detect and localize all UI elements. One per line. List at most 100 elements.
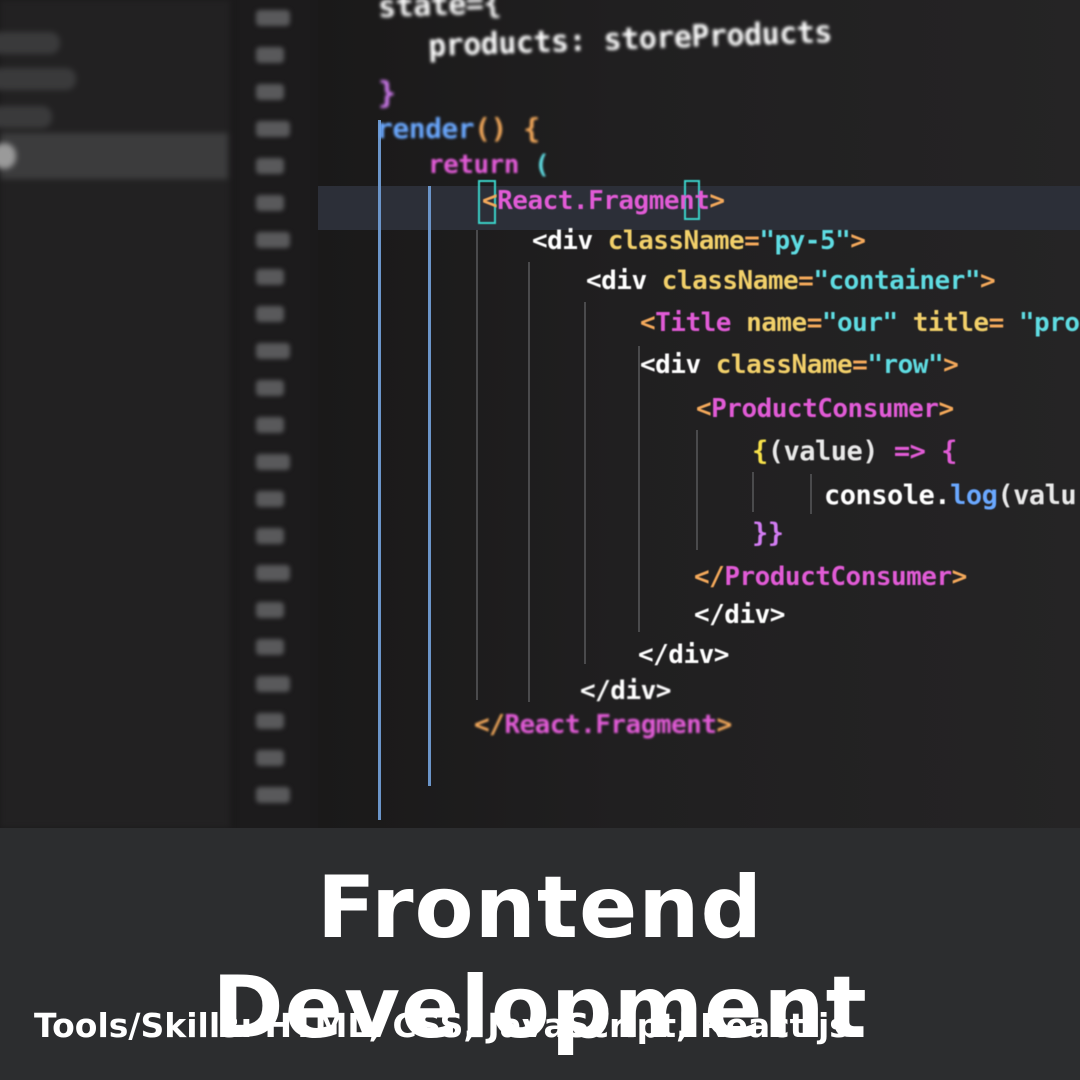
indent-guide — [476, 230, 478, 700]
code-token: < — [482, 186, 498, 216]
code-token: <div — [532, 226, 608, 256]
code-token: </ — [474, 710, 505, 740]
line-number — [256, 47, 284, 63]
code-token: > — [980, 266, 996, 296]
sidebar-item-active — [0, 133, 228, 179]
code-token: </ — [694, 562, 725, 592]
code-token: className — [715, 350, 853, 380]
code-line: render() { — [376, 112, 540, 145]
code-token: ProductConsumer — [711, 394, 939, 424]
code-token: }} — [752, 518, 784, 549]
code-token: log — [950, 480, 998, 511]
code-line: console.log(valu — [824, 480, 1077, 511]
code-token: = — [852, 350, 868, 380]
code-token: state={ — [377, 0, 502, 26]
code-token: name — [730, 308, 807, 338]
line-number — [256, 676, 290, 692]
code-token: < — [696, 394, 712, 424]
code-line: }} — [752, 518, 784, 549]
code-token: = — [798, 266, 814, 296]
code-token: > — [938, 394, 954, 424]
code-token: "prod — [1018, 308, 1080, 338]
code-token: console — [824, 480, 935, 511]
code-token: className — [607, 226, 745, 256]
line-number — [256, 528, 284, 544]
code-token: "container" — [813, 266, 981, 296]
code-token: > — [943, 350, 959, 380]
code-token: className — [661, 266, 799, 296]
code-token: "our" — [821, 308, 898, 338]
code-line: <Title name="our" title= "prod — [640, 308, 1080, 338]
indent-guide — [584, 302, 586, 664]
code-token: return — [428, 150, 519, 180]
line-number — [256, 195, 284, 211]
page-subtitle: Tools/Skills: HTML, CSS, JavaScript, Rea… — [34, 1006, 849, 1045]
code-token: => — [893, 436, 926, 467]
line-number — [256, 121, 290, 137]
line-number — [256, 306, 284, 322]
code-token: React.Fragment — [497, 186, 710, 216]
indent-guide — [638, 346, 640, 632]
line-number — [256, 343, 290, 359]
indent-guide — [528, 262, 530, 702]
code-line: </div> — [638, 640, 729, 670]
code-token: "py-5" — [759, 226, 851, 256]
code-token: ( — [518, 150, 550, 180]
code-line: <ProductConsumer> — [696, 394, 954, 424]
indent-guide — [428, 186, 431, 786]
code-token: </div> — [580, 676, 671, 706]
line-number — [256, 232, 290, 248]
indent-guide — [696, 430, 698, 550]
code-token: () { — [474, 112, 540, 145]
line-number — [256, 565, 290, 581]
code-token: = — [806, 308, 823, 338]
code-line: <React.Fragment> — [482, 186, 725, 216]
code-token: . — [934, 480, 951, 511]
line-number — [256, 380, 284, 396]
code-token: render — [376, 112, 475, 145]
code-line: state={ — [377, 0, 501, 25]
sidebar-item — [0, 32, 60, 54]
code-token: } — [378, 76, 396, 111]
code-token: { — [925, 436, 957, 467]
code-line: </React.Fragment> — [474, 710, 732, 740]
code-token: React.Fragment — [504, 710, 717, 740]
code-token: > — [951, 562, 968, 592]
code-line: } — [378, 76, 396, 111]
code-token: = — [744, 226, 760, 256]
code-line: </ProductConsumer> — [694, 562, 967, 592]
code-line: <div className="row"> — [640, 350, 959, 380]
line-number — [256, 491, 284, 507]
line-number — [256, 84, 284, 100]
code-token: <div — [586, 266, 662, 296]
line-number — [256, 269, 284, 285]
code-token: "row" — [867, 350, 944, 380]
line-number — [256, 639, 284, 655]
code-token: < — [640, 308, 656, 338]
code-line: </div> — [580, 676, 671, 706]
line-number — [256, 787, 290, 803]
editor-sidebar — [0, 0, 230, 828]
indent-guide — [752, 472, 754, 512]
line-number — [256, 750, 284, 766]
line-number — [256, 158, 284, 174]
code-line: </div> — [694, 600, 785, 630]
code-line: <div className="py-5"> — [532, 226, 866, 256]
code-token: > — [716, 710, 732, 740]
code-token: title — [897, 308, 989, 338]
sidebar-item — [0, 68, 76, 90]
line-number — [256, 417, 284, 433]
code-token: ProductConsumer — [724, 562, 952, 592]
code-line: {(value) => { — [752, 436, 957, 467]
code-token: <div — [640, 350, 716, 380]
indent-guide — [378, 120, 381, 820]
line-number — [256, 713, 284, 729]
sidebar-item — [0, 106, 52, 128]
code-token: </div> — [638, 640, 729, 670]
code-token: > — [850, 226, 866, 256]
code-editor-photo: state={products: storeProducts} render() … — [0, 0, 1080, 828]
code-token: > — [709, 186, 725, 216]
code-token: </div> — [694, 600, 785, 630]
line-number — [256, 454, 290, 470]
line-number — [256, 10, 290, 26]
